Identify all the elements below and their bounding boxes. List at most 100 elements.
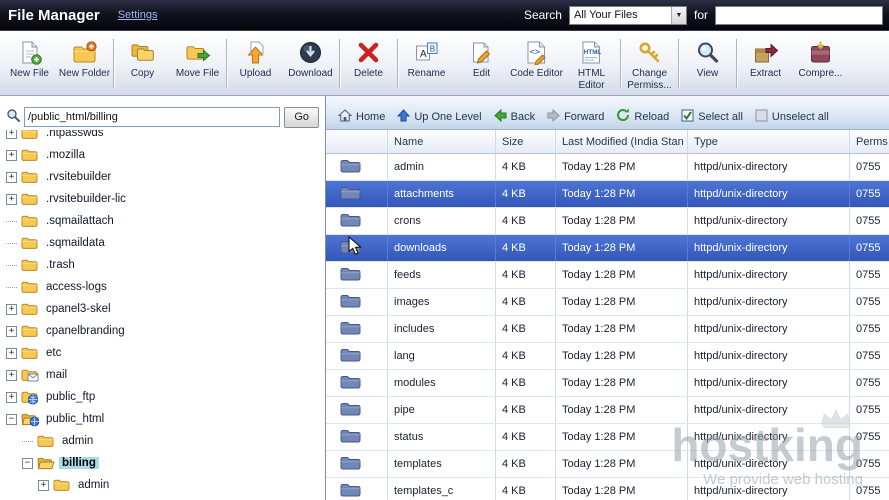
column-header-size[interactable]: Size xyxy=(496,130,556,153)
expand-plus-icon[interactable]: + xyxy=(6,370,17,381)
expand-plus-icon[interactable]: + xyxy=(6,194,17,205)
tree-item-sqmaildata[interactable]: .sqmaildata xyxy=(4,232,325,254)
tree-item-etc[interactable]: + etc xyxy=(4,342,325,364)
folder-icon xyxy=(21,280,39,294)
tree-item-label: etc xyxy=(43,347,64,359)
tree-item-cpanelbranding[interactable]: + cpanelbranding xyxy=(4,320,325,342)
toolbar-button-code-editor[interactable]: <> Code Editor xyxy=(509,34,564,93)
tree-item-label: admin xyxy=(75,479,112,491)
search-scope-select[interactable]: All Your Files ▼ xyxy=(569,6,687,25)
toolbar-button-view[interactable]: View xyxy=(680,34,735,93)
go-button[interactable]: Go xyxy=(284,107,319,128)
folder-mail-icon xyxy=(21,368,39,382)
filebar-button-up-one-level[interactable]: Up One Level xyxy=(397,109,481,125)
collapse-minus-icon[interactable]: − xyxy=(6,414,17,425)
table-row[interactable]: lang 4 KB Today 1:28 PM httpd/unix-direc… xyxy=(326,343,889,370)
tree-item-billing[interactable]: − billing xyxy=(4,452,325,474)
tree-item-mozilla[interactable]: + .mozilla xyxy=(4,144,325,166)
toolbar-button-delete[interactable]: Delete xyxy=(341,34,396,93)
expand-plus-icon[interactable]: + xyxy=(38,480,49,491)
table-row[interactable]: feeds 4 KB Today 1:28 PM httpd/unix-dire… xyxy=(326,262,889,289)
filebar-button-home[interactable]: Home xyxy=(338,109,385,125)
toolbar-button-extract[interactable]: Extract xyxy=(738,34,793,93)
column-header-name[interactable]: Name xyxy=(388,130,496,153)
file-size-cell: 4 KB xyxy=(496,235,556,261)
toolbar-button-compre[interactable]: Compre... xyxy=(793,34,848,93)
expand-plus-icon[interactable]: + xyxy=(6,150,17,161)
tree-item-sqmailattach[interactable]: .sqmailattach xyxy=(4,210,325,232)
tree-item-rvsitebuilder-lic[interactable]: + .rvsitebuilder-lic xyxy=(4,188,325,210)
table-row[interactable]: status 4 KB Today 1:28 PM httpd/unix-dir… xyxy=(326,424,889,451)
table-row[interactable]: crons 4 KB Today 1:28 PM httpd/unix-dire… xyxy=(326,208,889,235)
tree-item-label: .mozilla xyxy=(43,149,88,161)
toolbar-button-new-folder[interactable]: New Folder xyxy=(57,34,112,93)
search-area: Search All Your Files ▼ for xyxy=(524,6,883,25)
settings-link[interactable]: Settings xyxy=(118,9,158,21)
column-header-type[interactable]: Type xyxy=(688,130,850,153)
tree-item-access-logs[interactable]: access-logs xyxy=(4,276,325,298)
toolbar-label: Compre... xyxy=(799,68,843,80)
table-row[interactable]: modules 4 KB Today 1:28 PM httpd/unix-di… xyxy=(326,370,889,397)
toolbar-button-change-permiss[interactable]: Change Permiss... xyxy=(622,34,677,93)
filebar-button-select-all[interactable]: Select all xyxy=(681,109,743,125)
path-input[interactable] xyxy=(24,107,280,127)
table-row[interactable]: pipe 4 KB Today 1:28 PM httpd/unix-direc… xyxy=(326,397,889,424)
chevron-down-icon: ▼ xyxy=(671,7,686,24)
expand-plus-icon[interactable]: + xyxy=(6,392,17,403)
table-row[interactable]: attachments 4 KB Today 1:28 PM httpd/uni… xyxy=(326,181,889,208)
toolbar-button-download[interactable]: Download xyxy=(283,34,338,93)
toolbar-button-move-file[interactable]: Move File xyxy=(170,34,225,93)
table-row[interactable]: includes 4 KB Today 1:28 PM httpd/unix-d… xyxy=(326,316,889,343)
folder-icon xyxy=(21,170,39,184)
expand-plus-icon[interactable]: + xyxy=(6,304,17,315)
tree-item-admin[interactable]: admin xyxy=(4,430,325,452)
table-row[interactable]: templates_c 4 KB Today 1:28 PM httpd/uni… xyxy=(326,478,889,500)
tree-item-admin[interactable]: + admin xyxy=(4,474,325,496)
tree-item-public-html[interactable]: − public_html xyxy=(4,408,325,430)
table-row[interactable]: downloads 4 KB Today 1:28 PM httpd/unix-… xyxy=(326,235,889,262)
file-modified-cell: Today 1:28 PM xyxy=(556,154,688,180)
svg-text:A: A xyxy=(420,49,427,60)
expand-plus-icon[interactable]: + xyxy=(6,326,17,337)
left-panel: Go + .htpasswds + .mozilla + .rvsitebuil… xyxy=(0,96,326,500)
file-icon-cell xyxy=(326,262,388,288)
table-row[interactable]: images 4 KB Today 1:28 PM httpd/unix-dir… xyxy=(326,289,889,316)
folder-icon xyxy=(53,478,71,492)
column-header-perms[interactable]: Perms xyxy=(850,130,889,153)
filebar-label: Unselect all xyxy=(772,111,829,123)
expand-plus-icon[interactable]: + xyxy=(6,130,17,139)
search-input[interactable] xyxy=(715,6,883,25)
filebar-button-reload[interactable]: Reload xyxy=(616,108,669,125)
tree-item-public-ftp[interactable]: + public_ftp xyxy=(4,386,325,408)
filebar-button-unselect-all[interactable]: Unselect all xyxy=(755,109,829,125)
folder-icon xyxy=(340,347,361,366)
tree-item-rvsitebuilder[interactable]: + .rvsitebuilder xyxy=(4,166,325,188)
file-icon-cell xyxy=(326,235,388,261)
table-row[interactable]: templates 4 KB Today 1:28 PM httpd/unix-… xyxy=(326,451,889,478)
folder-icon xyxy=(340,266,361,285)
toolbar-button-new-file[interactable]: New File xyxy=(2,34,57,93)
toolbar-button-rename[interactable]: AB Rename xyxy=(399,34,454,93)
file-type-cell: httpd/unix-directory xyxy=(688,181,850,207)
collapse-minus-icon[interactable]: − xyxy=(22,458,33,469)
expand-plus-icon[interactable]: + xyxy=(6,172,17,183)
toolbar-button-copy[interactable]: Copy xyxy=(115,34,170,93)
filebar-button-forward[interactable]: Forward xyxy=(547,109,604,125)
toolbar-button-edit[interactable]: Edit xyxy=(454,34,509,93)
file-type-cell: httpd/unix-directory xyxy=(688,370,850,396)
toolbar-label: Extract xyxy=(750,68,781,80)
filebar-button-back[interactable]: Back xyxy=(494,109,535,125)
column-header-icon xyxy=(326,130,388,153)
tree-item-mail[interactable]: + mail xyxy=(4,364,325,386)
folder-icon xyxy=(340,293,361,312)
table-header-row: Name Size Last Modified (India Stan Type… xyxy=(326,130,889,154)
table-row[interactable]: admin 4 KB Today 1:28 PM httpd/unix-dire… xyxy=(326,154,889,181)
tree-item-htpasswds[interactable]: + .htpasswds xyxy=(4,130,325,144)
tree-item-trash[interactable]: .trash xyxy=(4,254,325,276)
expand-plus-icon[interactable]: + xyxy=(6,348,17,359)
tree-item-cpanel3-skel[interactable]: + cpanel3-skel xyxy=(4,298,325,320)
toolbar-button-html-editor[interactable]: HTML HTML Editor xyxy=(564,34,619,93)
tree-item-label: .sqmaildata xyxy=(43,237,108,249)
column-header-last-modified-india-stan[interactable]: Last Modified (India Stan xyxy=(556,130,688,153)
toolbar-button-upload[interactable]: Upload xyxy=(228,34,283,93)
